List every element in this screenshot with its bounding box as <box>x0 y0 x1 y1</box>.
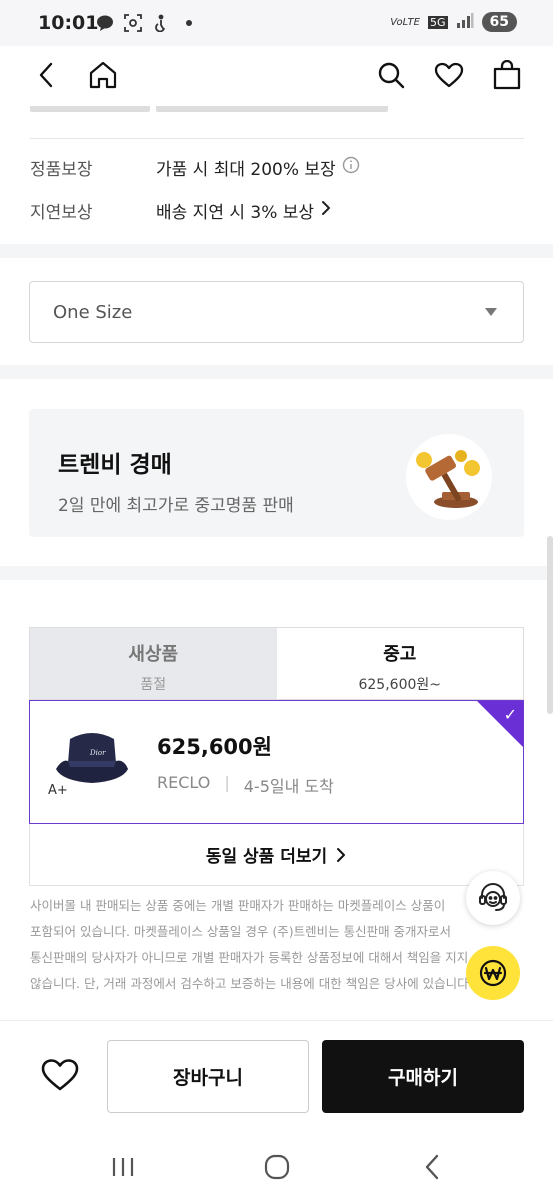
accessibility-icon <box>152 14 170 33</box>
system-home-button[interactable] <box>257 1152 297 1182</box>
home-button[interactable] <box>86 58 120 92</box>
tab-used[interactable]: 중고 625,600원~ <box>277 628 524 699</box>
screenshot-icon <box>124 14 142 32</box>
product-offer-card[interactable]: ✓ Dior A+ 625,600원 RECLO | 4-5일내 도착 <box>29 700 524 824</box>
wishlist-add-button[interactable] <box>38 1053 82 1097</box>
option-select[interactable]: One Size <box>29 281 524 343</box>
search-button[interactable] <box>374 58 408 92</box>
authenticity-row: 정품보장 가품 시 최대 200% 보장 <box>30 155 360 180</box>
chevron-right-icon <box>337 847 346 862</box>
disclaimer-line: 사이버몰 내 판매되는 상품 중에는 개별 판매자가 판매하는 마켓플레이스 상… <box>30 898 446 913</box>
edge-panel-handle[interactable] <box>547 536 553 714</box>
heart-icon <box>41 1059 79 1091</box>
status-bar: 10:01 VoLTE 5G 65 <box>0 0 553 46</box>
shopping-bag-icon <box>493 60 521 90</box>
see-more-label: 동일 상품 더보기 <box>205 847 328 867</box>
system-navigation-bar <box>0 1132 553 1200</box>
chat-notification-icon <box>96 14 114 32</box>
disclaimer-line: 않습니다. 단, 거래 과정에서 검수하고 보증하는 내용에 대한 책임은 당사… <box>30 976 470 991</box>
section-divider <box>0 365 553 379</box>
tab-sub: 품절 <box>140 677 167 693</box>
chevron-left-icon <box>425 1154 439 1180</box>
headset-icon <box>479 883 507 911</box>
bottom-action-bar: 장바구니 구매하기 <box>0 1020 553 1132</box>
signal-icon <box>456 12 474 32</box>
wishlist-button[interactable] <box>432 58 466 92</box>
divider <box>30 138 524 139</box>
battery-indicator: 65 <box>481 12 517 32</box>
network-badge: 5G <box>427 15 448 29</box>
marketplace-disclaimer: 사이버몰 내 판매되는 상품 중에는 개별 판매자가 판매하는 마켓플레이스 상… <box>30 893 470 997</box>
clipped-info-row <box>0 106 553 138</box>
delivery-estimate: 4-5일내 도착 <box>243 777 334 796</box>
svg-text:Dior: Dior <box>89 749 106 757</box>
recent-apps-button[interactable] <box>103 1152 143 1182</box>
top-navigation <box>0 46 553 106</box>
chevron-right-icon <box>320 200 332 221</box>
tab-label: 새상품 <box>128 644 179 665</box>
chevron-left-icon <box>39 62 53 88</box>
shopping-bag-button[interactable] <box>490 58 524 92</box>
see-more-button[interactable]: 동일 상품 더보기 <box>29 824 524 886</box>
seller-name: RECLO <box>157 773 211 792</box>
grade-badge: A+ <box>48 783 68 798</box>
buy-now-button[interactable]: 구매하기 <box>322 1040 524 1113</box>
recent-apps-icon <box>112 1158 134 1176</box>
meta-separator: | <box>224 773 230 792</box>
customer-service-button[interactable] <box>466 871 520 925</box>
option-select-value: One Size <box>53 302 133 323</box>
add-to-cart-button[interactable]: 장바구니 <box>107 1040 309 1113</box>
disclaimer-line: 통신판매의 당사자가 아니므로 개별 판매자가 등록한 상품정보에 대해서 책임… <box>30 950 469 965</box>
info-value: 배송 지연 시 3% 보상 <box>156 203 315 223</box>
disclaimer-line: 포함되어 있습니다. 마켓플레이스 상품일 경우 (주)트렌비는 통신판매 중개… <box>30 924 452 939</box>
info-label: 정품보장 <box>30 160 93 180</box>
info-value: 가품 시 최대 200% 보장 <box>156 160 336 180</box>
tab-sub: 625,600원~ <box>358 677 441 693</box>
won-coin-icon <box>479 959 507 987</box>
gavel-icon <box>406 434 492 520</box>
auction-banner[interactable]: 트렌비 경매 2일 만에 최고가로 중고명품 판매 <box>29 409 524 537</box>
back-button[interactable] <box>30 58 64 92</box>
auction-subtitle: 2일 만에 최고가로 중고명품 판매 <box>58 496 294 516</box>
tab-new[interactable]: 새상품 품절 <box>30 628 277 699</box>
status-time: 10:01 <box>38 12 99 34</box>
heart-icon <box>434 62 464 88</box>
search-icon <box>378 62 405 89</box>
dot-icon <box>180 14 198 32</box>
info-circle-icon[interactable] <box>342 156 360 179</box>
system-back-button[interactable] <box>412 1152 452 1182</box>
home-icon <box>89 61 117 89</box>
condition-tabs: 새상품 품절 중고 625,600원~ <box>29 627 524 700</box>
circle-home-icon <box>264 1154 290 1180</box>
check-icon: ✓ <box>503 705 517 724</box>
auction-title: 트렌비 경매 <box>58 452 172 478</box>
product-price: 625,600원 <box>157 735 272 759</box>
tab-label: 중고 <box>383 644 417 665</box>
section-divider <box>0 566 553 580</box>
points-button[interactable] <box>466 946 520 1000</box>
info-label: 지연보상 <box>30 203 93 223</box>
section-divider <box>0 244 553 258</box>
volte-icon: VoLTE <box>390 16 420 28</box>
caret-down-icon <box>485 308 497 316</box>
delay-compensation-row[interactable]: 지연보상 배송 지연 시 3% 보상 <box>30 198 332 223</box>
